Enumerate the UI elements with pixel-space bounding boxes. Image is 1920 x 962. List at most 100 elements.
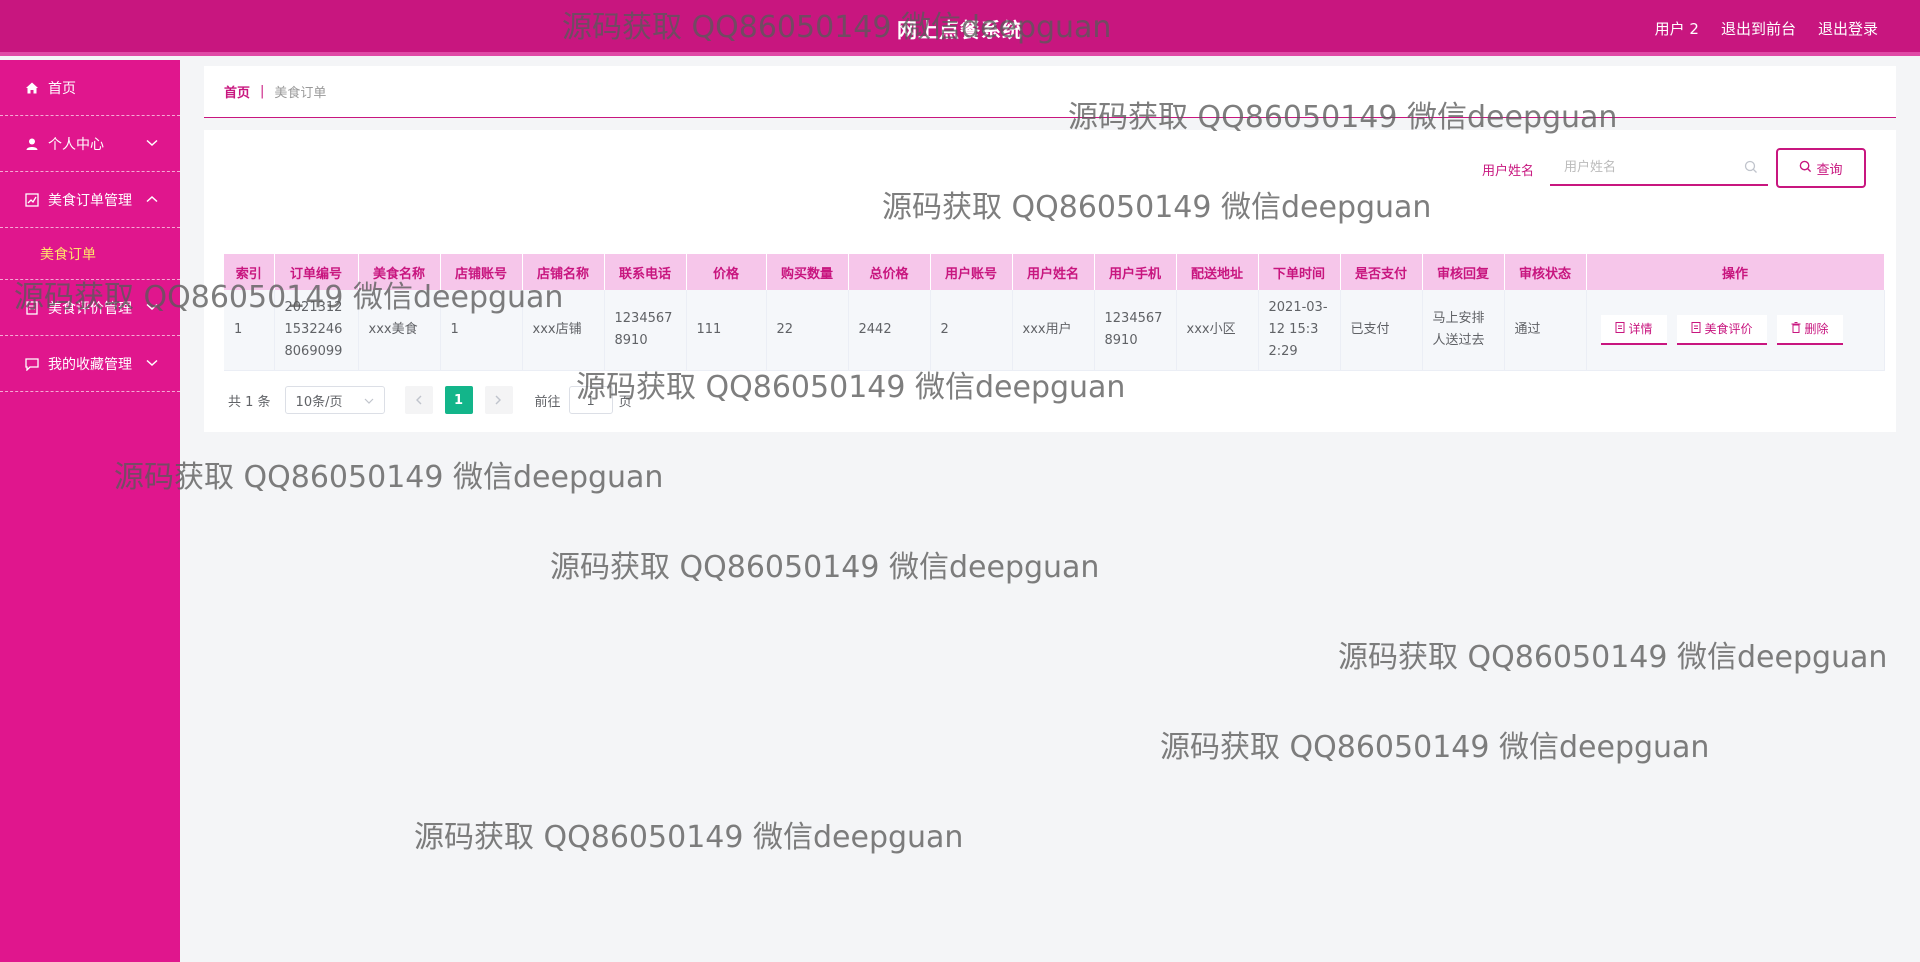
cell-order-time: 2021-03-12 15:32:29 (1258, 290, 1341, 371)
column-header: 操作 (1586, 254, 1885, 290)
food-review-button[interactable]: 美食评价 (1676, 314, 1767, 345)
logout-link[interactable]: 退出登录 (1818, 18, 1878, 39)
document-icon (1615, 321, 1625, 336)
delete-button[interactable]: 删除 (1776, 314, 1843, 345)
query-button-label: 查询 (1816, 161, 1843, 177)
sidebar-item-favorites-management[interactable]: 我的收藏管理 (0, 336, 180, 392)
column-header: 配送地址 (1176, 254, 1259, 290)
user-icon (24, 136, 40, 152)
cell-food-name: xxx美食 (358, 290, 441, 371)
page-size-value: 10条/页 (295, 394, 343, 410)
top-header: 网上点餐系统 用户 2 退出到前台 退出登录 (0, 0, 1920, 56)
query-button[interactable]: 查询 (1776, 148, 1866, 188)
pagination: 共 1 条 10条/页 1 前往 页 (228, 386, 632, 414)
sidebar-item-order-management[interactable]: 美食订单管理 (0, 172, 180, 228)
search-label: 用户姓名 (1482, 164, 1535, 179)
cell-review-status: 通过 (1504, 290, 1587, 371)
column-header: 价格 (686, 254, 767, 290)
cell-order-number: 20213121532246 8069099 (274, 290, 359, 371)
chevron-down-icon (146, 356, 158, 370)
cell-user-name: xxx用户 (1012, 290, 1095, 371)
watermark-text: 源码获取 QQ86050149 微信deepguan (550, 550, 1100, 585)
sidebar-item-review-management[interactable]: 美食评价管理 (0, 280, 180, 336)
chevron-up-icon (146, 192, 158, 206)
table-row: 1 20213121532246 8069099 xxx美食 1 xxx店铺 1… (224, 290, 1885, 371)
column-header: 下单时间 (1258, 254, 1341, 290)
chevron-down-icon (364, 393, 374, 408)
breadcrumb-current: 美食订单 (274, 86, 327, 101)
cell-index: 1 (224, 290, 275, 371)
sidebar-item-label: 个人中心 (48, 136, 104, 153)
column-header: 店铺名称 (522, 254, 605, 290)
column-header: 用户手机 (1094, 254, 1177, 290)
column-header: 是否支付 (1340, 254, 1423, 290)
trash-icon (1791, 321, 1801, 336)
sidebar-item-label: 我的收藏管理 (48, 356, 132, 373)
cell-paid-status: 已支付 (1340, 290, 1423, 371)
breadcrumb-home[interactable]: 首页 (224, 82, 250, 101)
column-header: 索引 (224, 254, 275, 290)
chat-icon (24, 356, 40, 372)
next-page-button[interactable] (484, 386, 513, 414)
watermark-text: 源码获取 QQ86050149 微信deepguan (114, 460, 664, 495)
column-header: 审核状态 (1504, 254, 1587, 290)
chart-icon (24, 192, 40, 208)
cell-total-price: 2442 (848, 290, 931, 371)
watermark-text: 源码获取 QQ86050149 微信deepguan (414, 820, 964, 855)
column-header: 联系电话 (604, 254, 687, 290)
cell-store-account: 1 (440, 290, 523, 371)
sidebar-subitem-food-order[interactable]: 美食订单 (0, 228, 180, 280)
details-button[interactable]: 详情 (1600, 314, 1667, 345)
details-button-label: 详情 (1628, 322, 1653, 337)
watermark-text: 源码获取 QQ86050149 微信deepguan (1338, 640, 1888, 675)
cell-actions: 详情 美食评价 删除 (1586, 290, 1885, 371)
sidebar-item-label: 首页 (48, 80, 76, 97)
chevron-down-icon (146, 300, 158, 314)
exit-to-front-link[interactable]: 退出到前台 (1721, 18, 1796, 39)
app-title: 网上点餐系统 (897, 18, 1023, 42)
watermark-text: 源码获取 QQ86050149 微信deepguan (1160, 730, 1710, 765)
prev-page-button[interactable] (404, 386, 433, 414)
total-count: 共 1 条 (228, 394, 271, 410)
page-number-button[interactable]: 1 (444, 386, 473, 414)
column-header: 购买数量 (766, 254, 849, 290)
document-icon (24, 300, 40, 316)
header-nav: 用户 2 退出到前台 退出登录 (1655, 18, 1878, 39)
sidebar-item-home[interactable]: 首页 (0, 60, 180, 116)
sidebar-item-personal-center[interactable]: 个人中心 (0, 116, 180, 172)
column-header: 订单编号 (274, 254, 359, 290)
column-header: 总价格 (848, 254, 931, 290)
cell-quantity: 22 (766, 290, 849, 371)
goto-page-input[interactable] (568, 386, 613, 414)
column-header: 用户账号 (930, 254, 1013, 290)
orders-table: 索引 订单编号 美食名称 店铺账号 店铺名称 联系电话 价格 购买数量 总价格 … (224, 254, 1885, 371)
row-actions: 详情 美食评价 删除 (1597, 314, 1874, 345)
page-size-select[interactable]: 10条/页 (284, 386, 385, 414)
document-icon (1691, 321, 1701, 336)
cell-store-name: xxx店铺 (522, 290, 605, 371)
main-content: 用户姓名 查询 索引 订单编号 美食名称 店铺账号 店铺名称 联系电话 价格 购… (204, 130, 1896, 432)
table-header-row: 索引 订单编号 美食名称 店铺账号 店铺名称 联系电话 价格 购买数量 总价格 … (224, 254, 1885, 290)
sidebar: 首页 个人中心 美食订单管理 美食订单 美食评价管理 我的收藏管理 (0, 60, 180, 962)
cell-contact-phone: 12345678910 (604, 290, 687, 371)
delete-button-label: 删除 (1804, 322, 1829, 337)
breadcrumb-separator: | (260, 84, 265, 99)
column-header: 美食名称 (358, 254, 441, 290)
sidebar-item-label: 美食订单管理 (48, 192, 132, 209)
cell-review-reply: 马上安排人送过去 (1422, 290, 1505, 371)
column-header: 审核回复 (1422, 254, 1505, 290)
user-name-link[interactable]: 用户 2 (1655, 18, 1699, 39)
breadcrumb: 首页 | 美食订单 (204, 66, 1896, 118)
cell-price: 111 (686, 290, 767, 371)
sidebar-item-label: 美食评价管理 (48, 300, 132, 317)
search-input[interactable] (1550, 150, 1768, 186)
chevron-down-icon (146, 136, 158, 150)
search-icon (1744, 160, 1760, 176)
goto-label: 前往 (534, 394, 561, 410)
cell-address: xxx小区 (1176, 290, 1259, 371)
home-icon (24, 80, 40, 96)
column-header: 用户姓名 (1012, 254, 1095, 290)
column-header: 店铺账号 (440, 254, 523, 290)
search-icon (1799, 160, 1812, 176)
cell-user-account: 2 (930, 290, 1013, 371)
